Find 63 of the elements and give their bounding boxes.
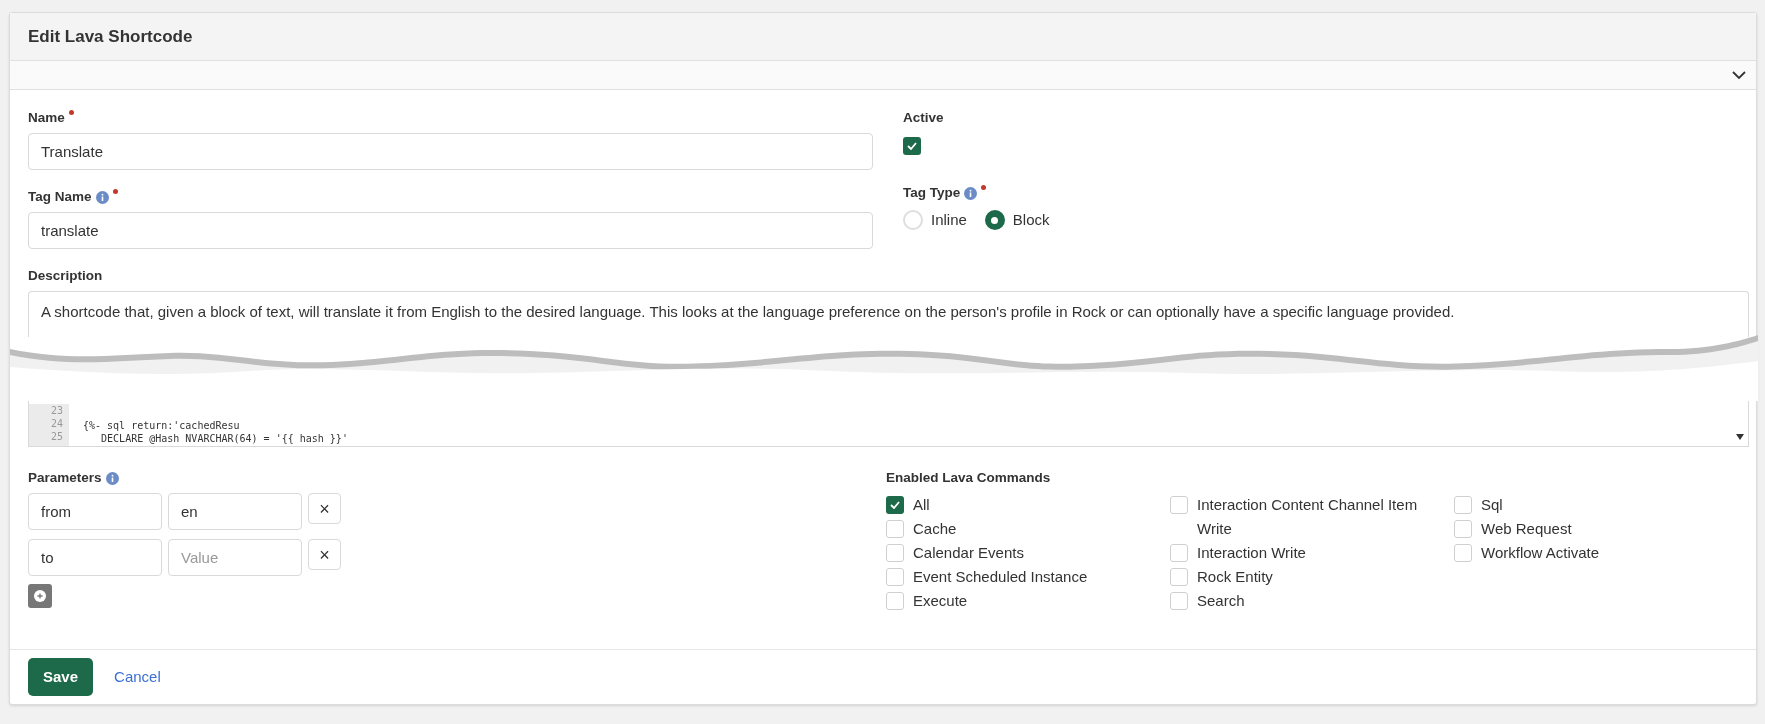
radio-button[interactable] (984, 210, 1005, 231)
checkbox-label: Rock Entity (1197, 567, 1273, 587)
checkbox[interactable] (886, 568, 904, 586)
scroll-down-icon[interactable] (1736, 434, 1744, 440)
checkbox[interactable] (886, 592, 904, 610)
field-label: Name (28, 108, 65, 127)
plus-circle-icon (34, 590, 46, 602)
field-label: Active (903, 108, 944, 127)
tag-name-field[interactable]: translate (28, 212, 873, 249)
checkbox-label: Search (1197, 591, 1245, 611)
remove-button[interactable]: × (308, 493, 341, 524)
info-icon[interactable] (95, 190, 109, 204)
checkbox[interactable] (1454, 520, 1472, 538)
field-label: Tag Type (903, 183, 961, 202)
checkbox[interactable] (1454, 544, 1472, 562)
checkbox-label: Sql (1481, 495, 1503, 515)
checkbox[interactable] (886, 520, 904, 538)
field-label: Description (28, 266, 103, 285)
checkbox[interactable] (886, 544, 904, 562)
name-field[interactable]: Translate (28, 133, 873, 170)
radio-button[interactable] (903, 210, 923, 231)
value-field[interactable]: Value (168, 539, 302, 576)
radio-label: Inline (931, 210, 967, 230)
code-line: {%- sql return:'cachedResu (83, 420, 240, 431)
chevron-down-icon[interactable] (1732, 70, 1746, 80)
checkbox-label: All (913, 495, 930, 515)
field-label: Tag Name (28, 187, 92, 206)
radio-label: Block (1012, 210, 1050, 230)
checkbox-label: Cache (913, 519, 957, 539)
checkbox[interactable] (903, 137, 921, 155)
cancel-link[interactable]: Cancel (99, 665, 176, 689)
field-label: Enabled Lava Commands (886, 468, 1051, 487)
check-icon (890, 501, 900, 509)
value-field[interactable]: en (168, 493, 302, 530)
field-label: Parameters (28, 468, 102, 487)
checkbox-label: Web Request (1481, 519, 1572, 539)
checkbox[interactable] (1170, 592, 1188, 610)
checkbox[interactable] (1170, 544, 1188, 562)
info-icon[interactable] (964, 186, 978, 200)
key-field[interactable]: from (28, 493, 162, 530)
checkbox-label: Execute (913, 591, 968, 611)
checkbox-label: Workflow Activate (1481, 543, 1600, 563)
add-parameter-button[interactable] (28, 584, 52, 608)
checkbox[interactable] (1454, 496, 1472, 514)
line-number: 25 (50, 430, 63, 443)
info-icon[interactable] (105, 471, 119, 485)
checkbox-label: Interaction Content Channel Item Write (1197, 495, 1419, 539)
code-editor[interactable]: 23 24 25 {%- sql return:'cachedResu DECLARE @Hash NVARCHAR(64) = '{{ hash }}' (28, 401, 1749, 447)
checkbox[interactable] (1170, 496, 1188, 514)
line-number: 23 (50, 404, 63, 417)
check-icon (907, 142, 917, 150)
line-number: 24 (50, 417, 63, 430)
checkbox-label: Calendar Events (913, 543, 1024, 563)
checkbox[interactable] (886, 496, 904, 514)
save-button[interactable]: Save (28, 658, 94, 696)
remove-button[interactable]: × (308, 539, 341, 570)
key-field[interactable]: to (28, 539, 162, 576)
panel-title: Edit Lava Shortcode (28, 25, 193, 48)
checkbox[interactable] (1170, 568, 1188, 586)
code-line: DECLARE @Hash NVARCHAR(64) = '{{ hash }}' (100, 433, 348, 444)
checkbox-label: Interaction Write (1197, 543, 1306, 563)
description-text: A shortcode that, given a block of text, will translate it from English to the desired language. This looks at the language preference on the person's profile in Rock or can optionally have a specific language provided. (41, 303, 1455, 320)
checkbox-label: Event Scheduled Instance (913, 567, 1088, 587)
